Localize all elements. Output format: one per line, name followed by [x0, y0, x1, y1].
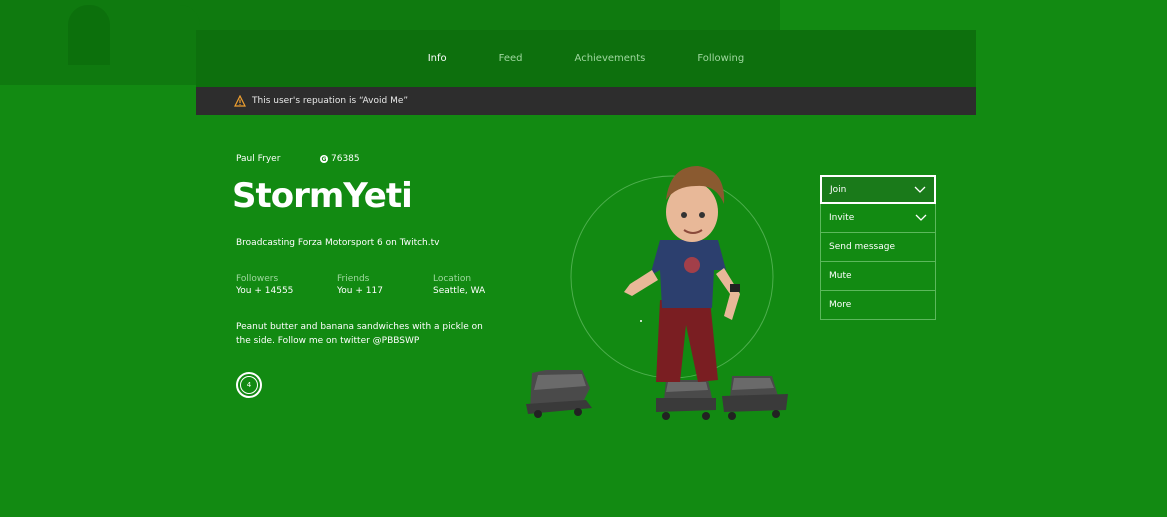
tab-feed[interactable]: Feed: [473, 53, 549, 64]
send-message-label: Send message: [829, 242, 895, 252]
pet-robot-icon: [722, 376, 788, 420]
location-value: Seattle, WA: [433, 286, 486, 296]
location-stat: Location Seattle, WA: [433, 274, 485, 296]
gamerscore-icon: G: [320, 155, 328, 163]
chevron-down-icon: [914, 186, 926, 193]
avatar: [526, 166, 788, 420]
reputation-level: 4: [240, 376, 258, 394]
invite-button[interactable]: Invite: [820, 204, 936, 233]
friends-stat[interactable]: Friends You + 117: [337, 274, 383, 296]
real-name: Paul Fryer: [236, 154, 281, 164]
more-button[interactable]: More: [820, 291, 936, 320]
gamerscore: G 76385: [320, 154, 360, 164]
warning-triangle-icon: [234, 95, 246, 107]
reputation-badge[interactable]: 4: [236, 372, 262, 398]
followers-stat[interactable]: Followers You + 14555: [236, 274, 293, 296]
followers-label: Followers: [236, 274, 279, 284]
followers-value: You + 14555: [236, 286, 294, 296]
mute-button[interactable]: Mute: [820, 262, 936, 291]
tab-achievements[interactable]: Achievements: [549, 53, 672, 64]
top-nav-bar: Info Feed Achievements Following: [196, 30, 976, 87]
friends-value: You + 117: [337, 286, 383, 296]
invite-label: Invite: [829, 213, 855, 223]
gamertag: StormYeti: [232, 176, 413, 216]
location-label: Location: [433, 274, 472, 284]
action-menu: Join Invite Send message Mute More: [820, 175, 936, 320]
tab-following[interactable]: Following: [671, 53, 770, 64]
bio-text: Peanut butter and banana sandwiches with…: [236, 322, 483, 346]
chevron-down-icon: [915, 214, 927, 221]
reputation-warning-bar: This user's repuation is “Avoid Me”: [196, 87, 976, 115]
friends-label: Friends: [337, 274, 370, 284]
pet-robot-icon: [526, 370, 592, 418]
join-button[interactable]: Join: [820, 175, 936, 204]
warning-text: This user's repuation is “Avoid Me”: [252, 96, 409, 106]
pet-robot-icon: [656, 380, 716, 420]
mute-label: Mute: [829, 271, 852, 281]
background-shape: [68, 5, 110, 65]
send-message-button[interactable]: Send message: [820, 233, 936, 262]
tab-list: Info Feed Achievements Following: [196, 30, 976, 87]
tab-info[interactable]: Info: [402, 53, 473, 64]
join-label: Join: [830, 184, 847, 195]
gamerscore-value: 76385: [331, 154, 360, 164]
broadcast-status[interactable]: Broadcasting Forza Motorsport 6 on Twitc…: [236, 238, 439, 248]
avatar-ring-dot: [640, 320, 642, 322]
more-label: More: [829, 300, 852, 310]
